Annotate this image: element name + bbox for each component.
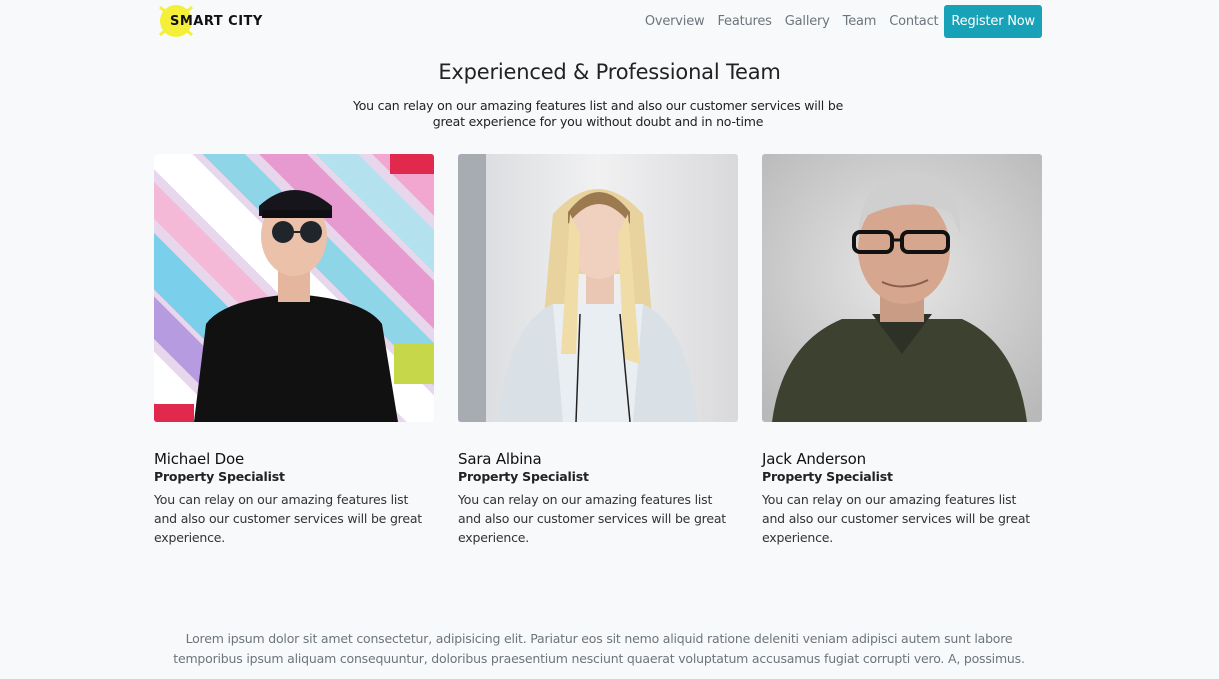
team-member-photo xyxy=(762,154,1042,422)
nav-menu: Overview Features Gallery Team Contact R… xyxy=(645,5,1042,38)
footer-text: Lorem ipsum dolor sit amet consectetur, … xyxy=(173,631,1025,666)
navbar: SMART CITY Overview Features Gallery Tea… xyxy=(154,0,1042,42)
nav-link-overview[interactable]: Overview xyxy=(645,14,705,29)
team-member-bio: You can relay on our amazing features li… xyxy=(154,492,423,545)
team-member-role: Property Specialist xyxy=(458,469,589,484)
nav-link-features[interactable]: Features xyxy=(717,14,772,29)
nav-link-team[interactable]: Team xyxy=(843,14,877,29)
team-member-photo xyxy=(154,154,434,422)
register-now-button[interactable]: Register Now xyxy=(944,5,1042,38)
team-card: Michael Doe Property Specialist You can … xyxy=(154,154,434,547)
team-member-name: Jack Anderson xyxy=(762,450,866,468)
section-subtitle: You can relay on our amazing features li… xyxy=(352,98,844,129)
brand-name: SMART CITY xyxy=(170,14,263,29)
nav-link-gallery[interactable]: Gallery xyxy=(785,14,830,29)
team-card: Sara Albina Property Specialist You can … xyxy=(458,154,738,547)
team-member-name: Michael Doe xyxy=(154,450,244,468)
section-title: Experienced & Professional Team xyxy=(438,60,781,84)
team-card: Jack Anderson Property Specialist You ca… xyxy=(762,154,1042,547)
team-member-role: Property Specialist xyxy=(762,469,893,484)
team-member-name: Sara Albina xyxy=(458,450,542,468)
team-member-role: Property Specialist xyxy=(154,469,285,484)
team-member-bio: You can relay on our amazing features li… xyxy=(458,492,727,545)
brand-logo[interactable]: SMART CITY xyxy=(156,4,262,38)
team-member-photo xyxy=(458,154,738,422)
team-member-bio: You can relay on our amazing features li… xyxy=(762,492,1031,545)
nav-link-contact[interactable]: Contact xyxy=(889,14,938,29)
